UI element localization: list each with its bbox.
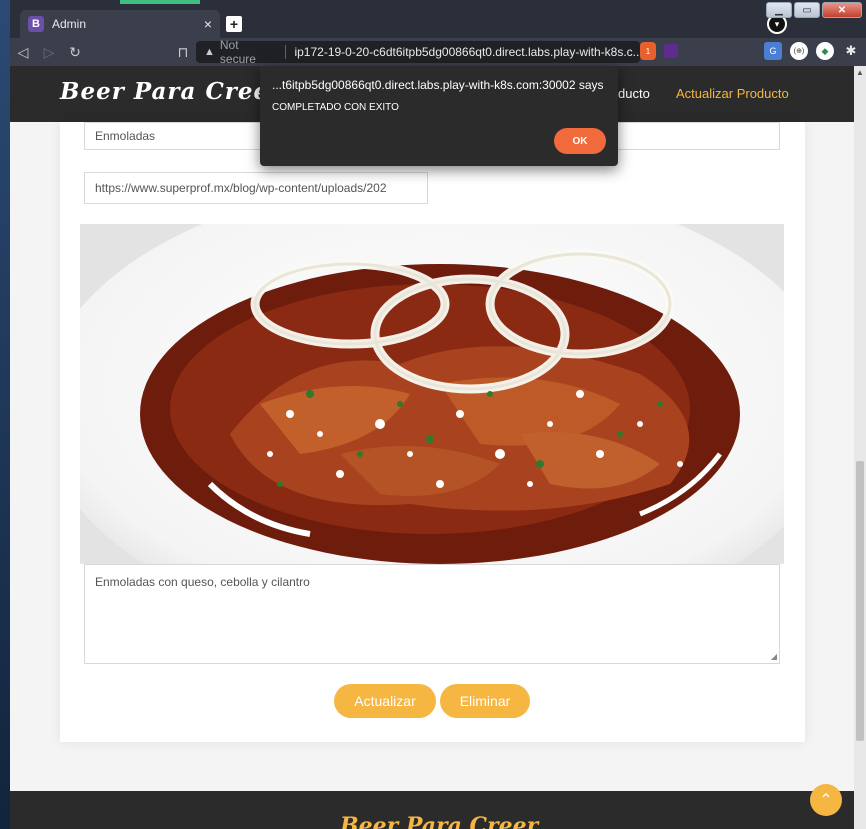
enmoladas-photo	[80, 224, 784, 564]
footer-logo: Beer Para Creer	[340, 813, 539, 829]
maximize-icon[interactable]: ▭	[794, 2, 820, 18]
nav-link-producto[interactable]: ducto	[618, 86, 650, 101]
browser-tab-admin[interactable]: B Admin ×	[20, 10, 220, 38]
browser-tab-bar: B Admin × + ▾ ▁ ▭ ✕	[10, 0, 866, 38]
alert-dialog: ...t6itpb5dg00866qt0.direct.labs.play-wi…	[260, 66, 618, 166]
tab-bar-accent	[120, 0, 200, 4]
nav-link-actualizar-producto[interactable]: Actualizar Producto	[676, 86, 789, 101]
image-url-input[interactable]: https://www.superprof.mx/blog/wp-content…	[84, 172, 428, 204]
security-label: Not secure	[219, 38, 256, 66]
scrollbar-thumb[interactable]	[856, 461, 864, 741]
new-tab-icon[interactable]: +	[226, 16, 242, 32]
browser-toolbar: ◁ ▷ ↻ ⊓ ▲ Not secure ip172-19-0-20-c6dt6…	[10, 38, 866, 66]
url-text: ip172-19-0-20-c6dt6itpb5dg00866qt0.direc…	[294, 45, 640, 59]
brave-shields-icon[interactable]: 1	[640, 42, 656, 60]
reload-icon[interactable]: ↻	[62, 44, 88, 61]
extension-icon[interactable]: (⊕)	[790, 42, 808, 60]
bookmark-icon[interactable]: ⊓	[170, 44, 196, 61]
dialog-message: COMPLETADO CON EXITO	[272, 102, 399, 113]
extensions-puzzle-icon[interactable]: ✱	[842, 42, 860, 60]
site-footer: Beer Para Creer	[10, 791, 854, 829]
extension-label: (⊕)	[793, 48, 805, 55]
address-bar[interactable]: ▲ Not secure ip172-19-0-20-c6dt6itpb5dg0…	[196, 38, 640, 66]
page-scrollbar[interactable]: ▲	[854, 66, 866, 829]
translate-icon[interactable]: G	[764, 42, 782, 60]
scroll-to-top-icon[interactable]: ⌃	[810, 784, 842, 816]
warning-icon: ▲	[204, 46, 215, 58]
favicon-icon: B	[28, 16, 44, 32]
resize-grip-icon[interactable]: ◢	[771, 652, 777, 661]
forward-icon[interactable]: ▷	[36, 44, 62, 61]
window-controls: ▁ ▭ ✕	[766, 2, 862, 18]
shields-count: 1	[645, 46, 651, 56]
site-logo[interactable]: Beer Para Creer	[60, 78, 282, 105]
toolbar-extensions: 1 G (⊕) ◆ ✱ ☰	[640, 42, 866, 60]
close-window-icon[interactable]: ✕	[822, 2, 862, 18]
minimize-icon[interactable]: ▁	[766, 2, 792, 18]
tab-title: Admin	[52, 17, 87, 31]
delete-button[interactable]: Eliminar	[440, 684, 530, 718]
back-icon[interactable]: ◁	[10, 44, 36, 61]
scroll-up-icon[interactable]: ▲	[856, 68, 864, 77]
product-form-card: Enmoladas https://www.superprof.mx/blog/…	[60, 122, 805, 742]
dialog-ok-button[interactable]: OK	[554, 128, 606, 154]
product-image	[80, 224, 784, 564]
brave-rewards-triangle-icon[interactable]	[664, 44, 678, 58]
desktop-edge	[0, 0, 10, 829]
description-textarea[interactable]: Enmoladas con queso, cebolla y cilantro …	[84, 564, 780, 664]
description-text: Enmoladas con queso, cebolla y cilantro	[95, 575, 310, 589]
url-divider	[285, 45, 287, 59]
vpn-icon[interactable]: ◆	[816, 42, 834, 60]
web-page: Beer Para Creer ducto Actualizar Product…	[10, 66, 854, 829]
dialog-title: ...t6itpb5dg00866qt0.direct.labs.play-wi…	[272, 78, 604, 92]
update-button[interactable]: Actualizar	[334, 684, 436, 718]
close-tab-icon[interactable]: ×	[204, 16, 212, 32]
